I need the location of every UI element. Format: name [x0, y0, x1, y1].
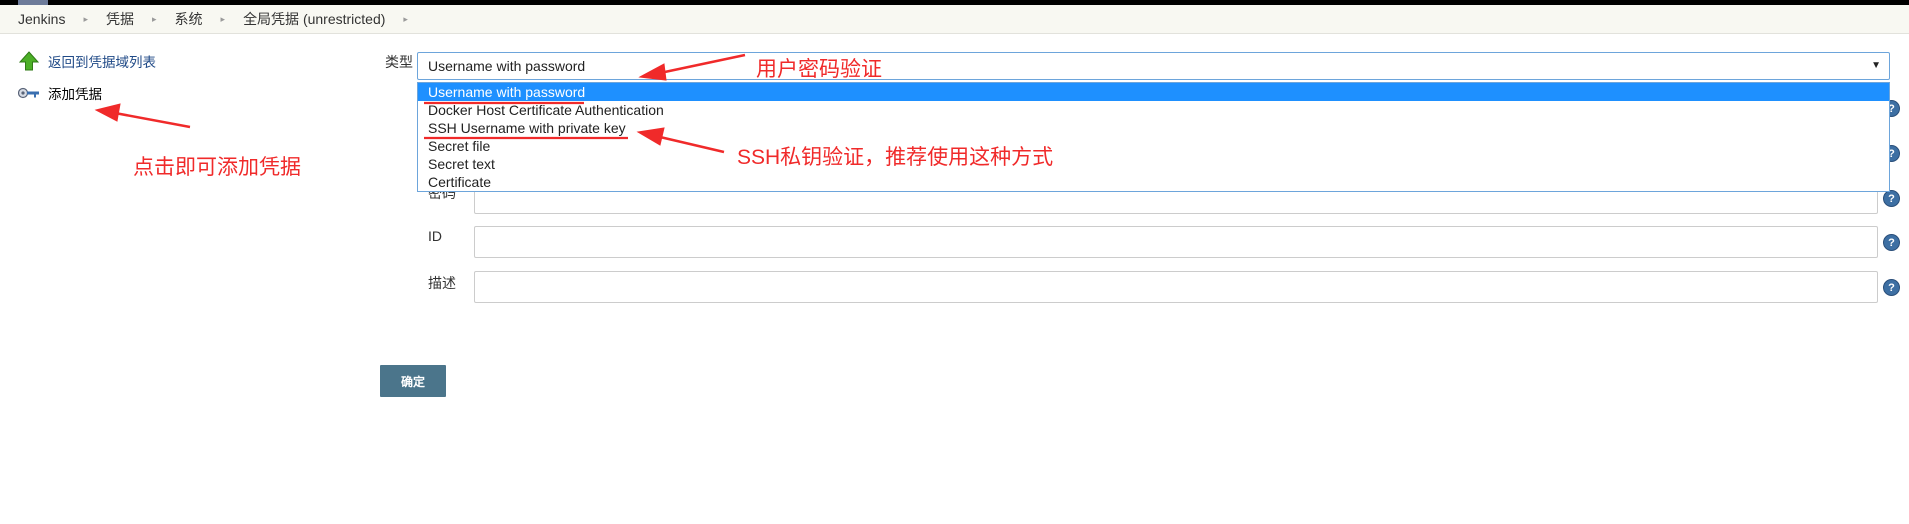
breadcrumb-separator-icon: ▸ [152, 13, 157, 24]
select-value: Username with password [428, 58, 586, 74]
breadcrumb: Jenkins ▸ 凭据 ▸ 系统 ▸ 全局凭据 (unrestricted) … [0, 5, 1909, 34]
breadcrumb-system[interactable]: 系统 [157, 9, 203, 29]
sidebar-item-back-to-domains[interactable]: 返回到凭据域列表 [18, 50, 156, 72]
breadcrumb-separator-icon: ▸ [220, 13, 226, 24]
option-docker-host-cert[interactable]: Docker Host Certificate Authentication [418, 101, 1889, 119]
id-field[interactable] [474, 226, 1878, 258]
option-ssh-private-key[interactable]: SSH Username with private key [418, 119, 1889, 137]
description-field[interactable] [474, 271, 1878, 303]
breadcrumb-jenkins[interactable]: Jenkins [0, 11, 65, 27]
help-icon[interactable]: ? [1883, 234, 1900, 251]
type-label: 类型 [385, 54, 413, 70]
help-icon[interactable]: ? [1883, 279, 1900, 296]
help-icon[interactable]: ? [1883, 190, 1900, 207]
option-username-password[interactable]: Username with password [418, 83, 1889, 101]
description-label: 描述 [428, 275, 456, 291]
sidebar-item-add-credential[interactable]: 添加凭据 [18, 82, 102, 104]
breadcrumb-credentials[interactable]: 凭据 [88, 9, 134, 29]
annotation-arrow [114, 111, 191, 129]
submit-button[interactable]: 确定 [380, 365, 446, 397]
option-secret-file[interactable]: Secret file [418, 137, 1889, 155]
key-icon [18, 82, 40, 104]
sidebar-item-label[interactable]: 添加凭据 [48, 83, 102, 103]
sidebar-item-label[interactable]: 返回到凭据域列表 [48, 51, 156, 71]
credential-type-dropdown: Username with password Docker Host Certi… [417, 82, 1890, 192]
credential-type-select[interactable]: Username with password ▼ [417, 52, 1890, 80]
up-arrow-icon [18, 50, 40, 72]
option-certificate[interactable]: Certificate [418, 173, 1889, 191]
chevron-down-icon: ▼ [1871, 60, 1881, 71]
annotation-arrowhead [94, 103, 121, 122]
breadcrumb-global-credentials[interactable]: 全局凭据 (unrestricted) [225, 9, 385, 29]
annotation-ssh-key: SSH私钥验证，推荐使用这种方式 [737, 146, 1054, 169]
breadcrumb-separator-icon: ▸ [403, 13, 408, 24]
option-secret-text[interactable]: Secret text [418, 155, 1889, 173]
breadcrumb-separator-icon: ▸ [83, 13, 88, 24]
annotation-add-credential: 点击即可添加凭据 [133, 156, 301, 179]
id-label: ID [428, 228, 442, 244]
annotation-username-password: 用户密码验证 [756, 58, 882, 81]
